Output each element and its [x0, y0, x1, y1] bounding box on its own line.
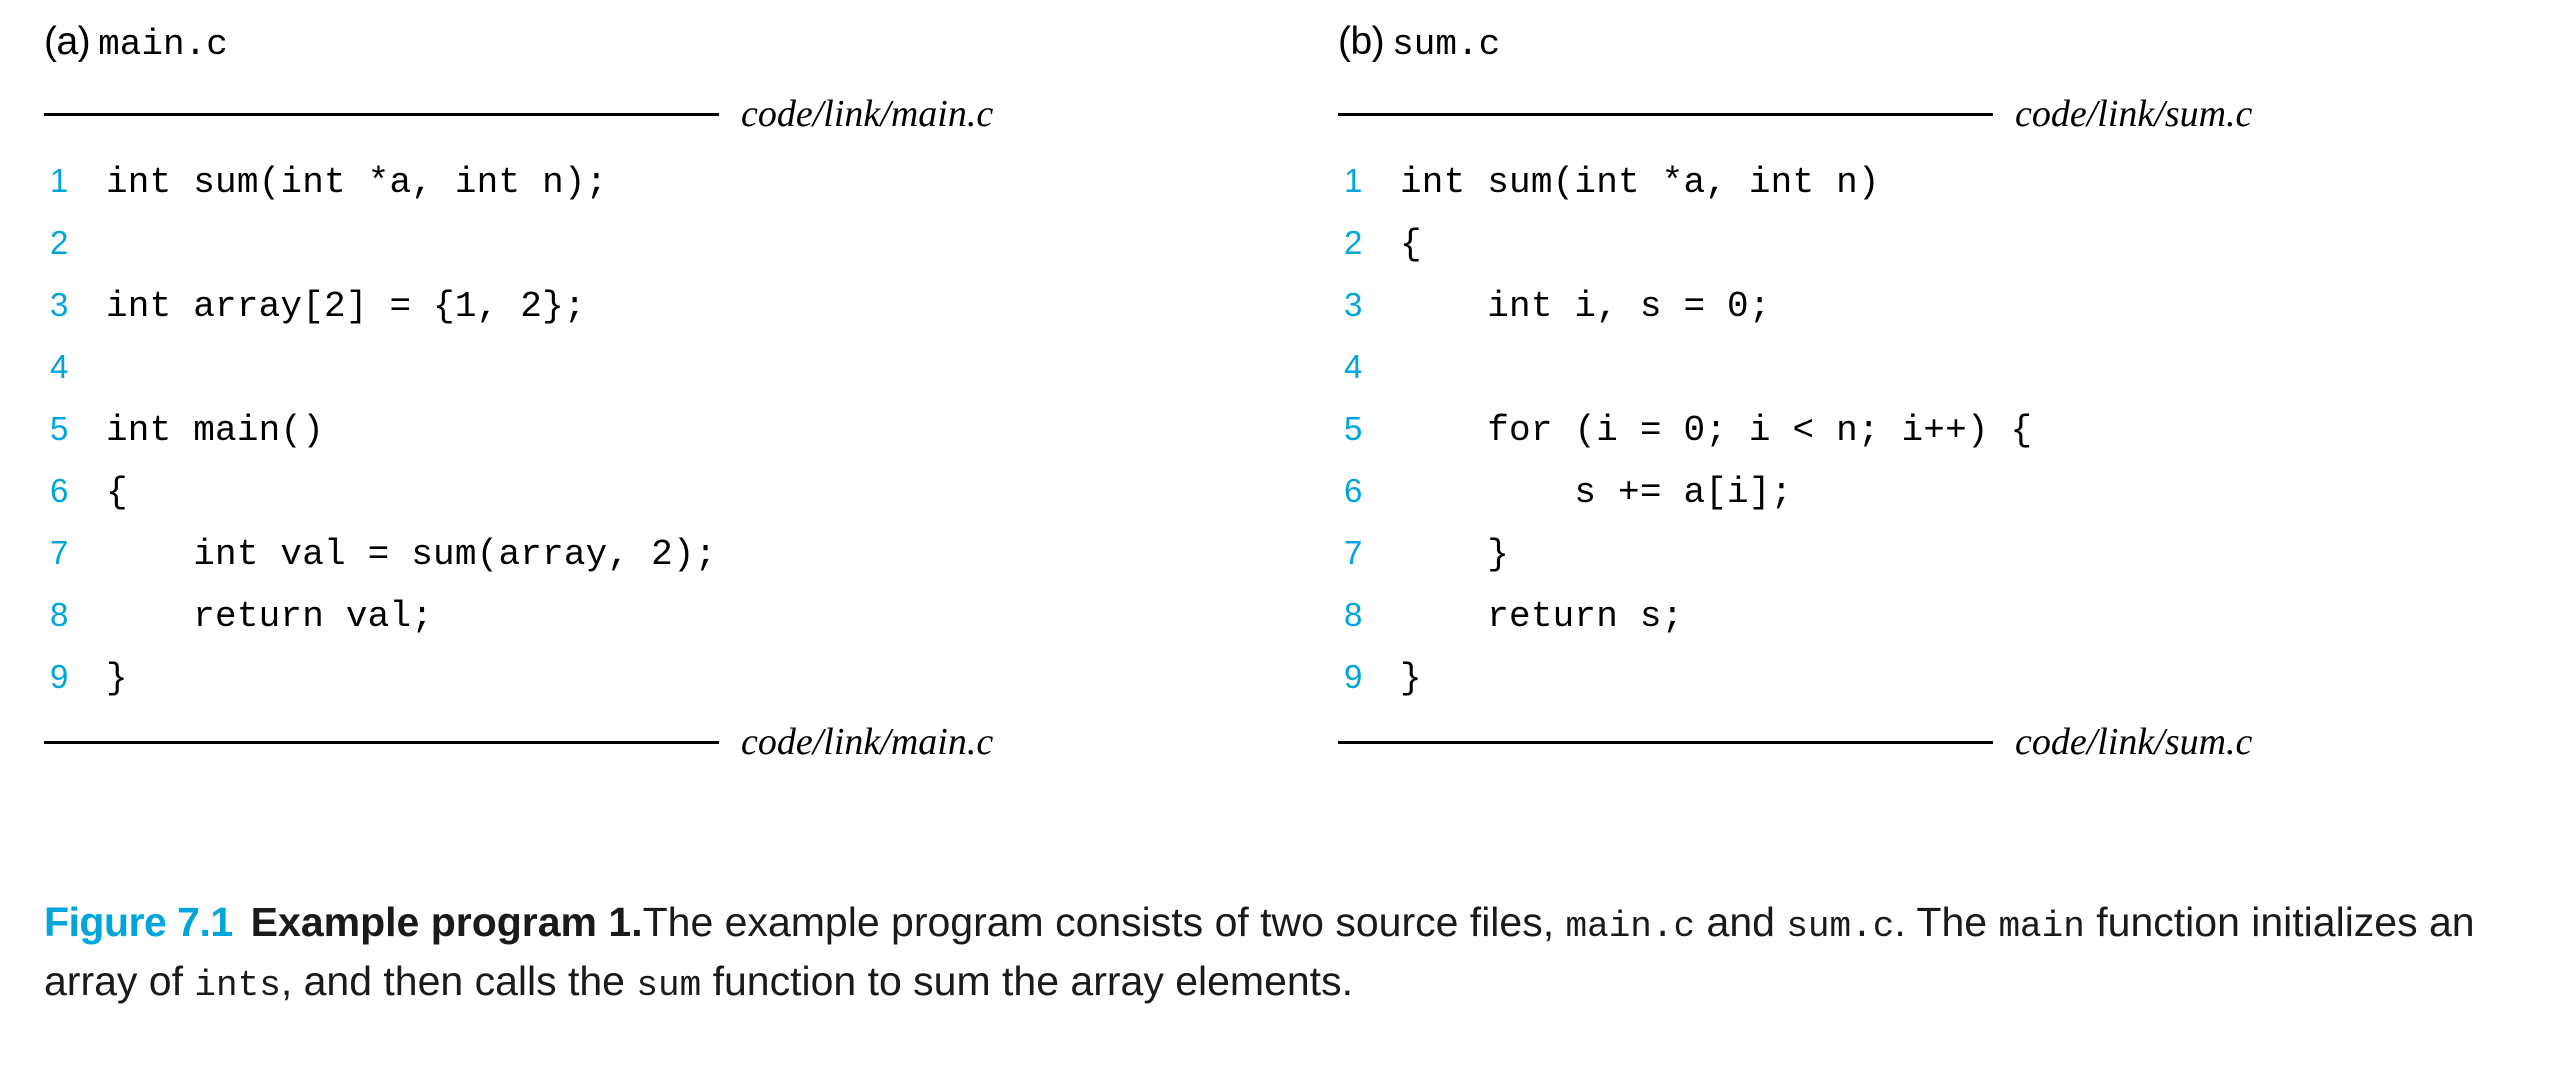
- code-panels: (a) main.c code/link/main.c 1 int sum(int…: [0, 0, 2558, 764]
- line-number: 9: [1344, 658, 1363, 695]
- line-code: return s;: [1400, 596, 1684, 637]
- code-line: 8 return val;: [44, 596, 1300, 658]
- line-number: 1: [50, 162, 69, 199]
- caption-text-6: function to sum the array elements.: [701, 958, 1353, 1004]
- panel-a-bottom-rule-row: code/link/main.c: [44, 720, 1300, 764]
- line-number: 7: [50, 534, 69, 571]
- panel-a-bottom-path: code/link/main.c: [741, 721, 994, 763]
- panel-a-top-path: code/link/main.c: [741, 93, 994, 135]
- panel-b-top-rule: [1338, 112, 1993, 116]
- line-code: int sum(int *a, int n): [1400, 162, 1880, 203]
- code-line: 9 }: [44, 658, 1300, 720]
- code-line: 2: [44, 224, 1300, 286]
- line-number: 2: [50, 224, 69, 261]
- line-code: s += a[i];: [1400, 472, 1793, 513]
- panel-sum-c: (b) sum.c code/link/sum.c 1 int sum(int *…: [1300, 0, 2558, 764]
- panel-main-c: (a) main.c code/link/main.c 1 int sum(int…: [0, 0, 1300, 764]
- line-code: for (i = 0; i < n; i++) {: [1400, 410, 2033, 451]
- code-line: 7 int val = sum(array, 2);: [44, 534, 1300, 596]
- panel-b-bottom-path: code/link/sum.c: [2015, 721, 2253, 763]
- caption-text-2: and: [1695, 899, 1787, 945]
- panel-a-heading: (a) main.c: [44, 0, 1300, 82]
- code-line: 1 int sum(int *a, int n);: [44, 162, 1300, 224]
- panel-b-top-rule-row: code/link/sum.c: [1338, 92, 2558, 136]
- code-line: 5 int main(): [44, 410, 1300, 472]
- line-number: 1: [1344, 162, 1363, 199]
- line-code: int i, s = 0;: [1400, 286, 1771, 327]
- line-code: int sum(int *a, int n);: [106, 162, 608, 203]
- line-number: 4: [1344, 348, 1363, 385]
- panel-a-filename: main.c: [98, 24, 228, 65]
- line-code: int array[2] = {1, 2};: [106, 286, 586, 327]
- line-number: 2: [1344, 224, 1363, 261]
- line-number: 8: [50, 596, 69, 633]
- panel-a-letter: (a): [44, 20, 91, 63]
- line-number: 4: [50, 348, 69, 385]
- line-number: 8: [1344, 596, 1363, 633]
- panel-b-filename: sum.c: [1392, 24, 1501, 65]
- caption-code-sum-c: sum.c: [1786, 906, 1895, 947]
- line-number: 6: [50, 472, 69, 509]
- code-line: 8 return s;: [1338, 596, 2558, 658]
- code-line: 1 int sum(int *a, int n): [1338, 162, 2558, 224]
- code-line: 5 for (i = 0; i < n; i++) {: [1338, 410, 2558, 472]
- figure-number-label: Figure 7.1: [44, 899, 233, 945]
- figure-title: Example program 1.: [250, 899, 643, 945]
- panel-b-bottom-rule: [1338, 740, 1993, 744]
- code-line: 3 int array[2] = {1, 2};: [44, 286, 1300, 348]
- caption-code-main-c: main.c: [1565, 906, 1696, 947]
- caption-text-5: , and then calls the: [280, 958, 637, 1004]
- code-line: 6 s += a[i];: [1338, 472, 2558, 534]
- code-line: 9 }: [1338, 658, 2558, 720]
- line-code: }: [106, 658, 128, 699]
- line-code: int main(): [106, 410, 325, 451]
- caption-text-1: The example program consists of two sour…: [642, 899, 1566, 945]
- line-code: {: [1400, 224, 1422, 265]
- panel-b-code-listing: 1 int sum(int *a, int n) 2 { 3 int i, s …: [1338, 162, 2558, 720]
- line-number: 5: [50, 410, 69, 447]
- panel-a-bottom-rule: [44, 740, 719, 744]
- line-code: {: [106, 472, 128, 513]
- figure-container: (a) main.c code/link/main.c 1 int sum(int…: [0, 0, 2558, 1070]
- line-number: 9: [50, 658, 69, 695]
- code-line: 3 int i, s = 0;: [1338, 286, 2558, 348]
- line-code: int val = sum(array, 2);: [106, 534, 717, 575]
- caption-code-main: main: [1998, 906, 2085, 947]
- line-code: return val;: [106, 596, 434, 637]
- panel-a-code-listing: 1 int sum(int *a, int n); 2 3 int array[…: [44, 162, 1300, 720]
- code-line: 4: [1338, 348, 2558, 410]
- line-number: 3: [1344, 286, 1363, 323]
- panel-b-bottom-rule-row: code/link/sum.c: [1338, 720, 2558, 764]
- line-number: 5: [1344, 410, 1363, 447]
- code-line: 7 }: [1338, 534, 2558, 596]
- panel-b-top-path: code/link/sum.c: [2015, 93, 2253, 135]
- code-line: 4: [44, 348, 1300, 410]
- line-number: 7: [1344, 534, 1363, 571]
- line-code: }: [1400, 658, 1422, 699]
- panel-a-top-rule-row: code/link/main.c: [44, 92, 1300, 136]
- code-line: 2 {: [1338, 224, 2558, 286]
- line-number: 3: [50, 286, 69, 323]
- caption-code-ints: ints: [194, 965, 281, 1006]
- code-line: 6 {: [44, 472, 1300, 534]
- panel-b-heading: (b) sum.c: [1338, 0, 2558, 82]
- caption-code-sum: sum: [636, 965, 702, 1006]
- panel-a-top-rule: [44, 112, 719, 116]
- line-code: }: [1400, 534, 1510, 575]
- line-number: 6: [1344, 472, 1363, 509]
- figure-caption: Figure 7.1 Example program 1.The example …: [44, 895, 2524, 1013]
- caption-text-3: . The: [1894, 899, 1999, 945]
- panel-b-letter: (b): [1338, 20, 1385, 63]
